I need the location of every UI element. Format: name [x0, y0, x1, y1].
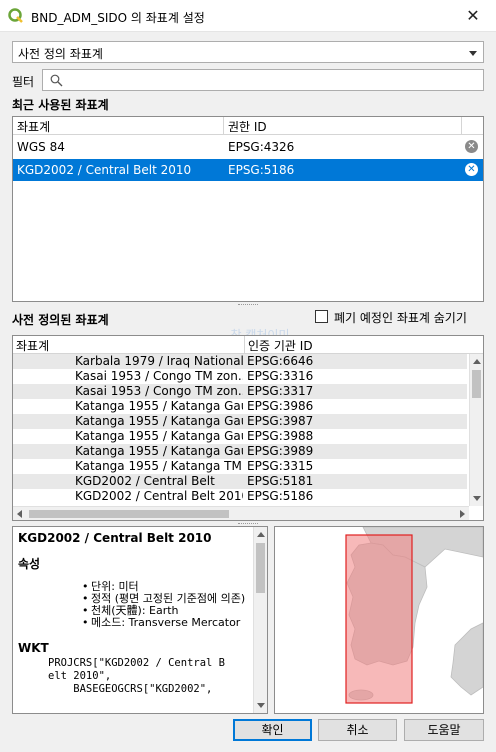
recent-row-authority: EPSG:4326: [228, 140, 295, 154]
filter-label: 필터: [12, 75, 35, 89]
predefined-row[interactable]: Karbala 1979 / Iraq National... EPSG:6646: [13, 354, 467, 369]
row-crs: Karbala 1979 / Iraq National...: [75, 354, 243, 368]
title-bar: BND_ADM_SIDO 의 좌표계 설정 ✕: [0, 0, 496, 32]
predefined-row[interactable]: KGD2002 / Central Belt 2010 EPSG:5186: [13, 489, 467, 504]
crs-extent-map: [274, 526, 484, 714]
row-crs: Kasai 1953 / Congo TM zon...: [75, 384, 243, 398]
remove-recent-icon[interactable]: ✕: [465, 163, 478, 176]
help-button[interactable]: 도움말: [404, 719, 484, 741]
recent-crs-title: 최근 사용된 좌표계: [12, 98, 109, 112]
predefined-row[interactable]: Katanga 1955 / Katanga Gau... EPSG:3987: [13, 414, 467, 429]
scroll-thumb[interactable]: [256, 543, 265, 593]
predefined-row[interactable]: Katanga 1955 / Katanga TM EPSG:3315: [13, 459, 467, 474]
crs-info-content: KGD2002 / Central Belt 2010 속성 단위: 미터 정적…: [18, 531, 250, 696]
recent-crs-table[interactable]: 좌표계 권한 ID WGS 84 EPSG:4326 ✕ KGD2002 / C…: [12, 116, 484, 302]
predefined-row[interactable]: Katanga 1955 / Katanga Gau... EPSG:3988: [13, 429, 467, 444]
crs-mode-value: 사전 정의 좌표계: [18, 47, 103, 61]
row-authority: EPSG:6646: [247, 354, 314, 368]
window-title: BND_ADM_SIDO 의 좌표계 설정: [31, 11, 205, 25]
search-icon: [50, 74, 63, 87]
filter-input[interactable]: [69, 72, 469, 88]
predefined-row[interactable]: Katanga 1955 / Katanga Gau... EPSG:3989: [13, 444, 467, 459]
recent-row-crs: KGD2002 / Central Belt 2010: [17, 163, 192, 177]
property-item: 메소드: Transverse Mercator: [18, 617, 250, 630]
predefined-horizontal-scrollbar[interactable]: [13, 506, 469, 520]
scroll-up-icon[interactable]: [473, 359, 481, 364]
wkt-text: PROJCRS["KGD2002 / Central B elt 2010", …: [48, 657, 226, 695]
row-crs: Katanga 1955 / Katanga Gau...: [75, 399, 243, 413]
predefined-row[interactable]: Katanga 1955 / Katanga Gau... EPSG:3986: [13, 399, 467, 414]
predefined-crs-header: 좌표계 인증 기관 ID: [13, 336, 483, 354]
remove-recent-icon[interactable]: ✕: [465, 140, 478, 153]
cancel-button[interactable]: 취소: [318, 719, 397, 741]
recent-row-authority: EPSG:5186: [228, 163, 295, 177]
qgis-logo-icon: [8, 8, 23, 23]
checkbox-box[interactable]: [315, 310, 328, 323]
ok-button[interactable]: 확인: [233, 719, 312, 741]
scroll-right-icon[interactable]: [460, 510, 465, 518]
row-crs: Katanga 1955 / Katanga Gau...: [75, 444, 243, 458]
crs-extent-rectangle: [345, 534, 413, 704]
recent-row-selected[interactable]: KGD2002 / Central Belt 2010 EPSG:5186 ✕: [13, 159, 483, 181]
recent-row[interactable]: WGS 84 EPSG:4326 ✕: [13, 136, 483, 158]
recent-col-authority[interactable]: 권한 ID: [228, 118, 267, 135]
row-authority: EPSG:3316: [247, 369, 314, 383]
predefined-crs-table[interactable]: 좌표계 인증 기관 ID Karbala 1979 / Iraq Nationa…: [12, 335, 484, 521]
properties-title: 속성: [18, 557, 41, 571]
recent-col-crs[interactable]: 좌표계: [17, 118, 50, 135]
scroll-thumb[interactable]: [29, 510, 229, 518]
row-crs: KGD2002 / Central Belt: [75, 474, 215, 488]
scroll-thumb[interactable]: [472, 370, 481, 398]
hide-deprecated-label: 폐기 예정인 좌표계 숨기기: [334, 311, 467, 325]
row-authority: EPSG:3988: [247, 429, 314, 443]
row-authority: EPSG:3989: [247, 444, 314, 458]
row-crs: Katanga 1955 / Katanga Gau...: [75, 429, 243, 443]
row-authority: EPSG:3315: [247, 459, 314, 473]
scroll-up-icon[interactable]: [257, 532, 265, 537]
scroll-down-icon[interactable]: [473, 496, 481, 501]
extent-map-canvas: [275, 527, 483, 713]
splitter-handle[interactable]: [238, 304, 258, 307]
predefined-row[interactable]: Kasai 1953 / Congo TM zon... EPSG:3317: [13, 384, 467, 399]
crs-info-heading: KGD2002 / Central Belt 2010: [18, 531, 212, 545]
row-authority: EPSG:5186: [247, 489, 314, 503]
row-authority: EPSG:5181: [247, 474, 314, 488]
crs-info-panel[interactable]: KGD2002 / Central Belt 2010 속성 단위: 미터 정적…: [12, 526, 268, 714]
predefined-vertical-scrollbar[interactable]: [469, 354, 483, 506]
close-button[interactable]: ✕: [450, 0, 496, 32]
chevron-down-icon: [469, 51, 477, 56]
row-authority: EPSG:3986: [247, 399, 314, 413]
row-authority: EPSG:3987: [247, 414, 314, 428]
crs-mode-combo[interactable]: 사전 정의 좌표계: [12, 41, 484, 63]
row-authority: EPSG:3317: [247, 384, 314, 398]
row-crs: Kasai 1953 / Congo TM zon...: [75, 369, 243, 383]
wkt-title: WKT: [18, 641, 49, 655]
predefined-crs-title: 사전 정의된 좌표계: [12, 313, 109, 327]
predefined-row[interactable]: Kasai 1953 / Congo TM zon... EPSG:3316: [13, 369, 467, 384]
row-crs: Katanga 1955 / Katanga TM: [75, 459, 242, 473]
recent-crs-header: 좌표계 권한 ID: [13, 117, 483, 135]
recent-row-crs: WGS 84: [17, 140, 65, 154]
predefined-col-crs[interactable]: 좌표계: [16, 337, 49, 354]
predefined-col-authority[interactable]: 인증 기관 ID: [248, 337, 313, 354]
scroll-left-icon[interactable]: [17, 510, 22, 518]
info-vertical-scrollbar[interactable]: [253, 527, 267, 713]
row-crs: KGD2002 / Central Belt 2010: [75, 489, 243, 503]
predefined-row[interactable]: KGD2002 / Central Belt EPSG:5181: [13, 474, 467, 489]
properties-list: 단위: 미터 정적 (평면 고정된 기준점에 의존) 천체(天體): Earth…: [18, 581, 250, 630]
filter-field[interactable]: [42, 69, 484, 91]
row-crs: Katanga 1955 / Katanga Gau...: [75, 414, 243, 428]
scroll-down-icon[interactable]: [257, 703, 265, 708]
